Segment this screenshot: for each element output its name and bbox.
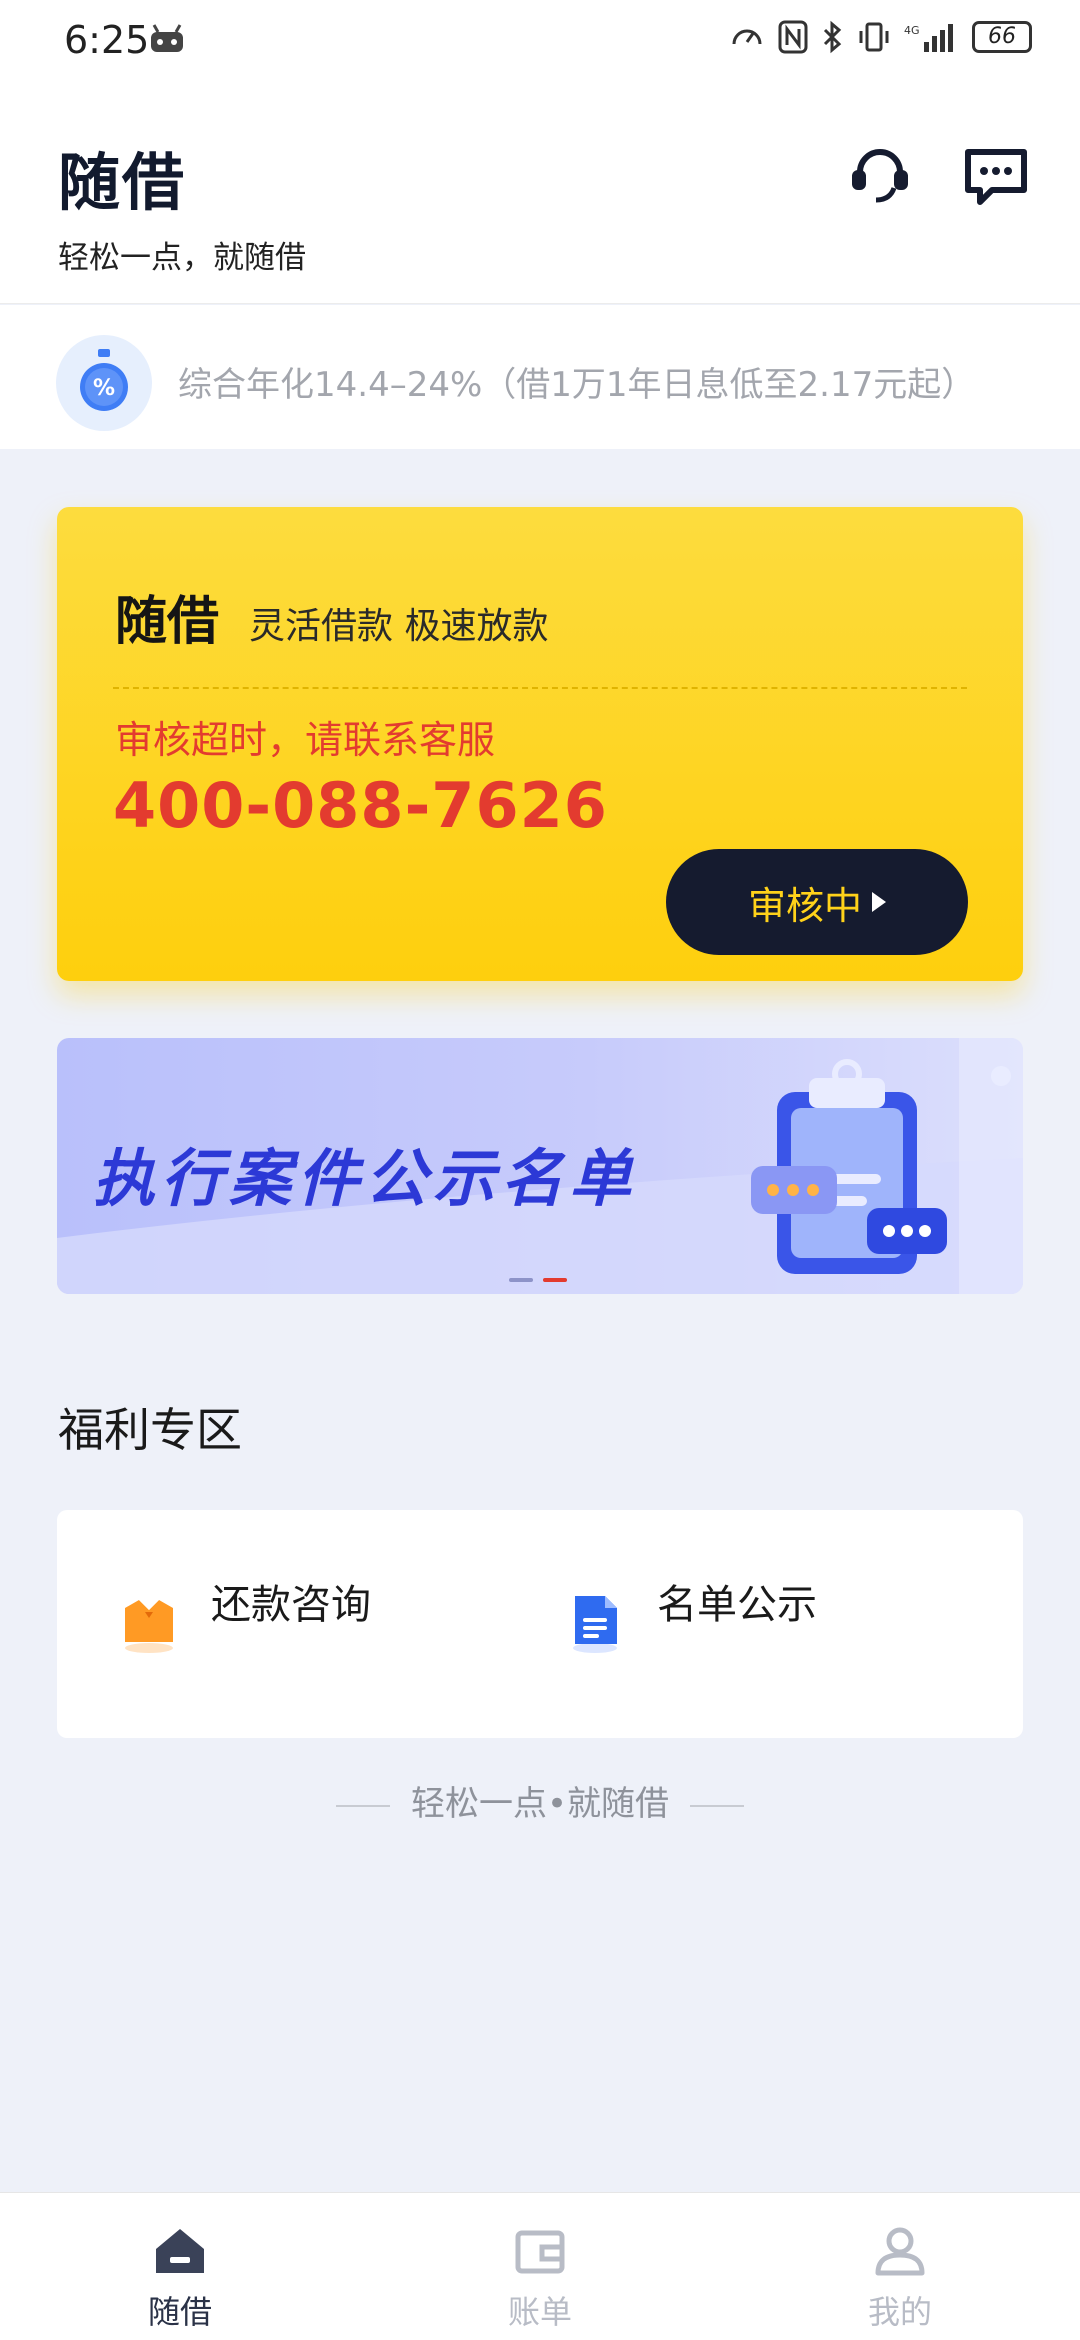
service-phone-number[interactable]: 400-088-7626: [113, 769, 608, 842]
banner-dot-active: [543, 1278, 567, 1282]
tab-bill-label: 账单: [507, 2293, 572, 2331]
android-notification-icon: [151, 24, 183, 52]
nfc-icon: [778, 20, 808, 54]
welfare-section-title: 福利专区: [58, 1403, 242, 1457]
customer-service-icon[interactable]: [846, 142, 914, 210]
status-time: 6:25: [64, 18, 150, 62]
app-header: 随借 轻松一点，就随借: [0, 80, 1080, 304]
rate-info-strip: % 综合年化14.4–24%（借1万1年日息低至2.17元起）: [0, 305, 1080, 449]
shirt-icon: [125, 1600, 173, 1653]
vibrate-icon: [859, 22, 889, 52]
tab-home-label: 随借: [147, 2293, 212, 2331]
slogan-divider-right: [689, 1804, 744, 1807]
banner-pagination: [509, 1278, 567, 1282]
tab-mine[interactable]: 我的: [800, 2193, 1000, 2340]
svg-text:4G: 4G: [904, 24, 920, 37]
page-title: 随借: [58, 146, 187, 219]
battery-icon: 66: [972, 21, 1032, 53]
welfare-panel: 还款咨询 名单公示: [57, 1510, 1023, 1738]
clipboard-chat-icon: [751, 1059, 1011, 1274]
play-arrow-icon: [872, 892, 886, 912]
list-publicity-label: 名单公示: [657, 1582, 817, 1628]
banner-dot: [509, 1278, 533, 1282]
document-icon: [573, 1596, 617, 1653]
tab-home[interactable]: 随借: [80, 2193, 280, 2340]
status-bar: 6:25 4G 66: [0, 0, 1080, 80]
status-button-label: 审核中: [747, 883, 862, 928]
enforcement-list-banner[interactable]: 执行案件公示名单: [57, 1038, 1023, 1294]
loan-card: 随借 灵活借款 极速放款 审核超时，请联系客服 400-088-7626 审核中: [57, 507, 1023, 981]
review-timeout-warning: 审核超时，请联系客服: [115, 718, 496, 762]
repayment-consult-label: 还款咨询: [211, 1582, 371, 1628]
rate-text: 综合年化14.4–24%（借1万1年日息低至2.17元起）: [178, 365, 976, 405]
loan-tagline: 灵活借款 极速放款: [249, 606, 549, 647]
card-divider: [113, 687, 967, 689]
rate-badge: %: [56, 335, 152, 431]
page-subtitle: 轻松一点，就随借: [58, 240, 306, 276]
percent-timer-icon: %: [80, 349, 128, 411]
bluetooth-icon: [823, 20, 842, 54]
banner-title: 执行案件公示名单: [93, 1142, 638, 1215]
svg-text:%: %: [93, 376, 115, 401]
wallet-icon: [515, 2230, 565, 2274]
tab-mine-label: 我的: [867, 2293, 932, 2331]
status-icons: 4G 66: [730, 20, 1032, 54]
tab-bill[interactable]: 账单: [440, 2193, 640, 2340]
loan-product-name: 随借: [115, 592, 220, 652]
bottom-navigation: 随借 账单 我的: [0, 2192, 1080, 2340]
reviewing-status-button[interactable]: 审核中: [666, 849, 968, 955]
slogan-text: 轻松一点•就随借: [410, 1784, 670, 1824]
footer-slogan: 轻松一点•就随借: [0, 1776, 1080, 1825]
signal-icon: 4G: [904, 24, 953, 52]
user-icon: [875, 2227, 925, 2276]
home-icon: [156, 2229, 204, 2273]
speed-icon: [732, 29, 762, 45]
message-icon[interactable]: [962, 142, 1030, 210]
slogan-divider-left: [336, 1804, 391, 1807]
